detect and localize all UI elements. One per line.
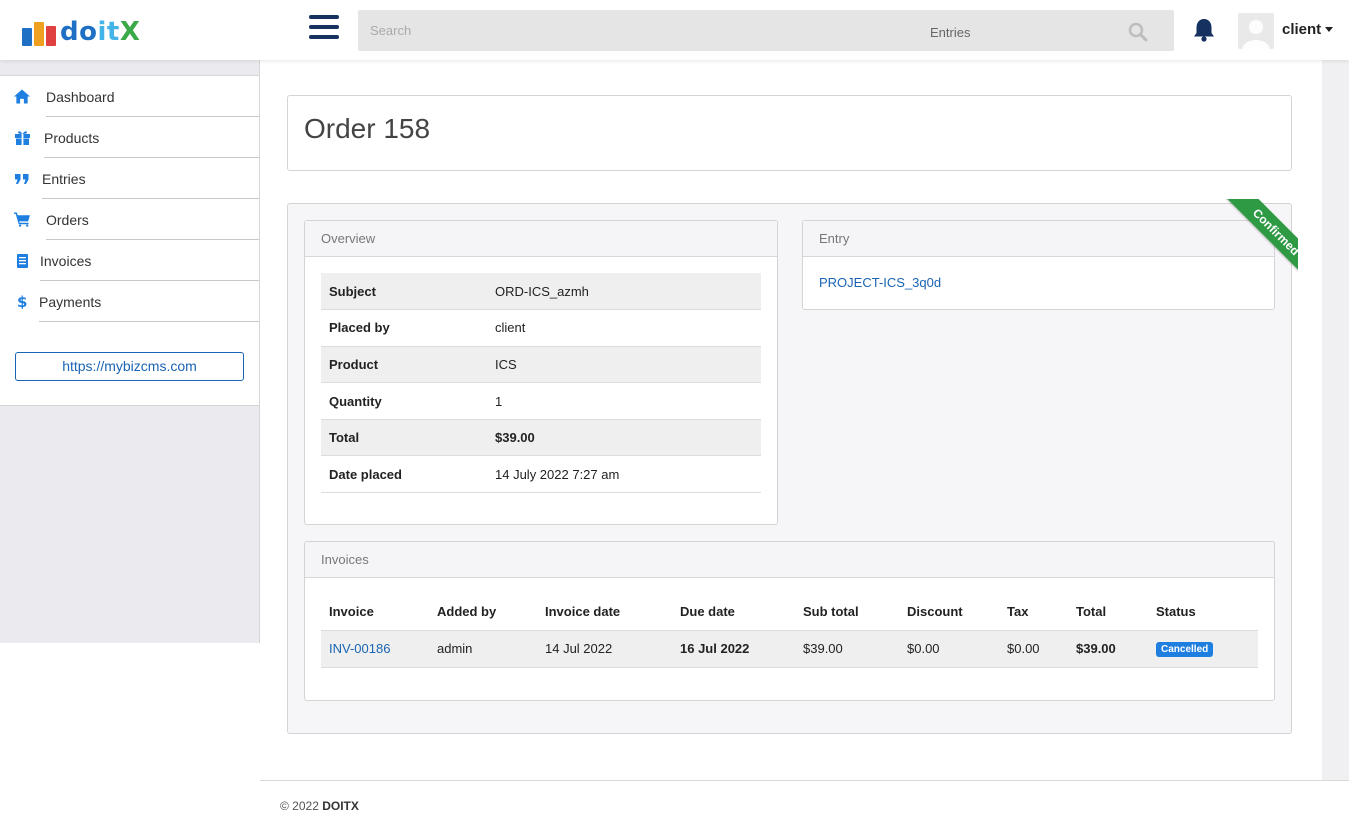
ribbon-label: Confirmed <box>1225 199 1298 277</box>
sidebar-item-label: Invoices <box>40 252 92 269</box>
home-icon <box>14 89 30 105</box>
logo-blocks <box>22 22 56 46</box>
invoices-panel: Invoices Invoice Added by Invoice date D… <box>304 541 1275 701</box>
order-details-card: Overview Subject ORD-ICS_azmh Placed by … <box>287 199 1298 734</box>
search-icon[interactable] <box>1128 22 1150 44</box>
user-name: client <box>1282 21 1322 38</box>
column-header[interactable]: Total <box>1068 594 1148 631</box>
sidebar-item-dashboard[interactable]: Dashboard <box>0 76 259 117</box>
due-date-cell: 16 Jul 2022 <box>672 630 795 668</box>
sidebar-nav: Dashboard Products Entries Orders Invoic… <box>0 75 259 406</box>
title-card: Order 158 <box>287 95 1292 171</box>
sidebar-item-orders[interactable]: Orders <box>0 199 259 240</box>
added-by-cell: admin <box>429 630 537 668</box>
column-header[interactable]: Added by <box>429 594 537 631</box>
column-header[interactable]: Due date <box>672 594 795 631</box>
table-row: Quantity 1 <box>321 382 761 420</box>
overview-key: Quantity <box>321 382 495 420</box>
cart-icon <box>14 212 30 228</box>
overview-value: 14 July 2022 7:27 am <box>495 455 761 494</box>
document-icon <box>14 253 30 269</box>
search-scope[interactable]: Entries <box>930 25 970 40</box>
confirmed-ribbon: Confirmed <box>1220 199 1298 277</box>
table-row: Placed by client <box>321 309 761 347</box>
invoices-table: Invoice Added by Invoice date Due date S… <box>321 594 1258 668</box>
status-badge: Cancelled <box>1156 642 1214 657</box>
entry-panel: Entry PROJECT-ICS_3q0d <box>802 220 1275 310</box>
overview-key: Date placed <box>321 455 495 494</box>
sidebar-item-label: Dashboard <box>46 88 115 105</box>
page-title: Order 158 <box>304 113 431 144</box>
invoice-cell: INV-00186 <box>321 630 429 668</box>
overview-value: client <box>495 309 761 347</box>
column-header[interactable]: Invoice date <box>537 594 672 631</box>
menu-toggle-icon[interactable] <box>309 15 339 45</box>
overview-key: Placed by <box>321 309 495 347</box>
dollar-icon: $ <box>14 294 30 310</box>
column-header[interactable]: Tax <box>999 594 1068 631</box>
sidebar-item-entries[interactable]: Entries <box>0 158 259 199</box>
bell-icon[interactable] <box>1192 17 1216 43</box>
column-header[interactable]: Status <box>1148 594 1258 631</box>
table-row: Product ICS <box>321 346 761 384</box>
tax-cell: $0.00 <box>999 630 1068 668</box>
table-row: Date placed 14 July 2022 7:27 am <box>321 455 761 494</box>
overview-key: Total <box>321 419 495 457</box>
status-cell: Cancelled <box>1148 630 1258 668</box>
entry-link[interactable]: PROJECT-ICS_3q0d <box>819 275 941 290</box>
search-input[interactable] <box>358 10 908 51</box>
footer: © 2022 DOITX <box>260 780 1349 831</box>
logo-text: doitX <box>60 17 141 47</box>
table-header-row: Invoice Added by Invoice date Due date S… <box>321 594 1258 631</box>
quote-icon <box>14 171 30 187</box>
entry-heading: Entry <box>803 221 1274 257</box>
overview-key: Product <box>321 346 495 384</box>
table-row: Subject ORD-ICS_azmh <box>321 273 761 311</box>
top-header: doitX Entries client <box>0 0 1349 60</box>
right-gutter <box>1322 60 1349 780</box>
search-bar: Entries <box>358 10 1174 51</box>
table-row: Total $39.00 <box>321 419 761 457</box>
gift-icon <box>14 130 30 146</box>
sub-total-cell: $39.00 <box>795 630 899 668</box>
column-header[interactable]: Invoice <box>321 594 429 631</box>
sidebar-item-payments[interactable]: $ Payments <box>0 281 259 322</box>
table-row: INV-00186 admin 14 Jul 2022 16 Jul 2022 … <box>321 630 1258 668</box>
svg-text:$: $ <box>17 294 27 309</box>
overview-heading: Overview <box>305 221 777 257</box>
sidebar-item-label: Orders <box>46 211 89 228</box>
invoice-date-cell: 14 Jul 2022 <box>537 630 672 668</box>
sidebar-item-label: Payments <box>39 293 102 310</box>
overview-key: Subject <box>321 273 495 311</box>
brand-logo[interactable]: doitX <box>22 16 140 46</box>
sidebar-item-invoices[interactable]: Invoices <box>0 240 259 281</box>
footer-brand: DOITX <box>322 799 359 813</box>
site-link-button[interactable]: https://mybizcms.com <box>15 352 244 381</box>
overview-value: $39.00 <box>495 419 761 457</box>
total-cell: $39.00 <box>1068 630 1148 668</box>
user-menu-dropdown[interactable]: client <box>1282 21 1334 38</box>
sidebar-item-products[interactable]: Products <box>0 117 259 158</box>
overview-value: ORD-ICS_azmh <box>495 273 761 311</box>
sidebar-item-label: Products <box>44 129 100 146</box>
overview-table: Subject ORD-ICS_azmh Placed by client Pr… <box>321 273 761 494</box>
main-content: Order 158 Overview Subject ORD-ICS_azmh … <box>260 60 1322 780</box>
overview-value: ICS <box>495 346 761 384</box>
avatar[interactable] <box>1238 13 1274 49</box>
overview-value: 1 <box>495 382 761 420</box>
discount-cell: $0.00 <box>899 630 999 668</box>
sidebar: Dashboard Products Entries Orders Invoic… <box>0 60 260 643</box>
column-header[interactable]: Discount <box>899 594 999 631</box>
column-header[interactable]: Sub total <box>795 594 899 631</box>
invoice-link[interactable]: INV-00186 <box>329 641 390 656</box>
sidebar-item-label: Entries <box>42 170 86 187</box>
invoices-heading: Invoices <box>305 542 1274 578</box>
overview-panel: Overview Subject ORD-ICS_azmh Placed by … <box>304 220 778 525</box>
footer-copyright: © 2022 DOITX <box>280 799 359 813</box>
caret-down-icon <box>1325 27 1334 32</box>
